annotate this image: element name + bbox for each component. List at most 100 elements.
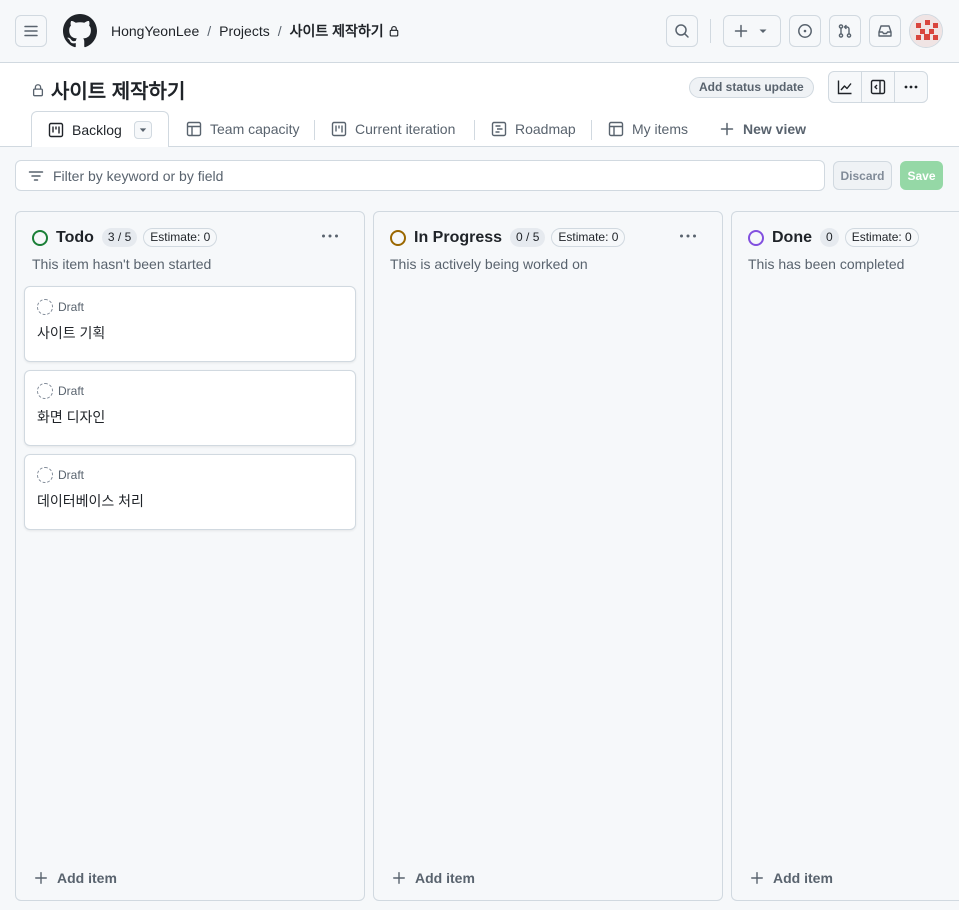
insights-button[interactable] [829, 72, 861, 102]
tab-label: Roadmap [515, 121, 576, 137]
status-circle-icon [748, 229, 764, 246]
view-options-dropdown[interactable] [134, 121, 152, 139]
new-view-button[interactable]: New view [719, 111, 806, 147]
create-new-button[interactable] [723, 15, 781, 47]
plus-icon [720, 122, 734, 136]
breadcrumb-separator: / [277, 23, 282, 39]
add-item-label: Add item [773, 870, 833, 886]
kebab-horizontal-icon [680, 234, 696, 238]
column-estimate: Estimate: 0 [143, 228, 218, 247]
kebab-horizontal-icon [322, 234, 338, 238]
column-title: Todo [56, 228, 94, 246]
side-panel-button[interactable] [861, 72, 894, 102]
hamburger-menu-button[interactable] [15, 15, 47, 47]
card-title[interactable]: 사이트 기획 [37, 323, 105, 343]
inbox-button[interactable] [869, 15, 901, 47]
board-column-done: Done 0 Estimate: 0 This has been complet… [731, 211, 959, 901]
search-icon [675, 24, 689, 38]
add-item-button[interactable]: Add item [750, 870, 833, 886]
pull-requests-button[interactable] [829, 15, 861, 47]
card-meta: Draft [37, 467, 84, 483]
card-title[interactable]: 화면 디자인 [37, 407, 105, 427]
table-icon [186, 121, 202, 137]
page-title[interactable]: 사이트 제작하기 [51, 75, 185, 104]
triangle-down-icon [139, 128, 147, 132]
column-menu-button[interactable] [318, 226, 342, 246]
tab-current-iteration[interactable]: Current iteration [331, 111, 455, 147]
breadcrumb-separator: / [207, 23, 212, 39]
sidebar-expand-icon [870, 79, 886, 95]
project-more-button[interactable] [894, 72, 927, 102]
project-board-icon [48, 122, 64, 138]
header-divider [710, 19, 711, 43]
project-roadmap-icon [491, 121, 507, 137]
column-item-count: 3 / 5 [101, 228, 138, 247]
tab-divider [314, 120, 315, 140]
column-title: Done [772, 228, 812, 246]
status-circle-icon [32, 229, 48, 246]
filter-placeholder: Filter by keyword or by field [53, 167, 224, 184]
draft-issue-icon [37, 383, 53, 399]
card-title[interactable]: 데이터베이스 처리 [37, 491, 144, 511]
column-item-count: 0 / 5 [510, 228, 546, 247]
breadcrumb-owner-link[interactable]: HongYeonLee [111, 23, 199, 39]
column-estimate: Estimate: 0 [551, 228, 626, 247]
tab-label: Backlog [72, 122, 122, 138]
kebab-horizontal-icon [904, 85, 918, 89]
triangle-down-icon [759, 29, 767, 33]
column-menu-button[interactable] [676, 226, 700, 246]
tab-divider [591, 120, 592, 140]
hamburger-icon [24, 25, 38, 37]
column-title: In Progress [414, 228, 503, 246]
board-card[interactable]: Draft 사이트 기획 [24, 286, 356, 362]
user-avatar[interactable] [909, 14, 943, 48]
filter-icon [28, 170, 44, 181]
views-tab-bar: Backlog Team capacity Current iteration … [0, 111, 959, 148]
column-header: Done 0 Estimate: 0 [748, 228, 925, 247]
column-header: Todo 3 / 5 Estimate: 0 [32, 228, 223, 247]
github-logo-icon[interactable] [63, 14, 97, 48]
graph-icon [837, 80, 852, 95]
search-button[interactable] [666, 15, 698, 47]
git-pull-request-icon [838, 24, 852, 38]
board-card[interactable]: Draft 데이터베이스 처리 [24, 454, 356, 530]
card-meta: Draft [37, 299, 84, 315]
project-title-area: 사이트 제작하기 [31, 75, 185, 104]
draft-issue-icon [37, 299, 53, 315]
board-card[interactable]: Draft 화면 디자인 [24, 370, 356, 446]
add-item-label: Add item [57, 870, 117, 886]
save-button[interactable]: Save [900, 161, 943, 190]
breadcrumb-projects-link[interactable]: Projects [219, 23, 270, 39]
tab-roadmap[interactable]: Roadmap [491, 111, 576, 147]
tab-my-items[interactable]: My items [608, 111, 688, 147]
column-description: This has been completed [748, 256, 905, 272]
project-board-icon [331, 121, 347, 137]
inbox-icon [878, 25, 892, 37]
issue-opened-icon [798, 24, 812, 38]
column-item-count: 0 [820, 228, 839, 247]
add-item-button[interactable]: Add item [392, 870, 475, 886]
breadcrumb: HongYeonLee / Projects / 사이트 제작하기 [111, 21, 400, 41]
column-description: This is actively being worked on [390, 256, 588, 272]
tab-backlog[interactable]: Backlog [31, 111, 169, 148]
tab-team-capacity[interactable]: Team capacity [186, 111, 299, 147]
plus-icon [751, 872, 763, 884]
add-item-button[interactable]: Add item [34, 870, 117, 886]
global-header: HongYeonLee / Projects / 사이트 제작하기 [0, 0, 959, 63]
filter-input[interactable]: Filter by keyword or by field [15, 160, 825, 191]
project-actions-group [828, 71, 928, 103]
lock-icon [32, 83, 44, 96]
breadcrumb-project-link[interactable]: 사이트 제작하기 [290, 21, 384, 41]
column-header: In Progress 0 / 5 Estimate: 0 [390, 228, 631, 247]
plus-icon [35, 872, 47, 884]
plus-icon [393, 872, 405, 884]
tab-label: My items [632, 121, 688, 137]
discard-button[interactable]: Discard [833, 161, 892, 190]
column-description: This item hasn't been started [32, 256, 212, 272]
tab-label: Current iteration [355, 121, 456, 137]
issues-button[interactable] [789, 15, 821, 47]
card-type: Draft [58, 384, 85, 398]
tab-divider [474, 120, 475, 140]
lock-icon [388, 25, 400, 37]
add-status-update-button[interactable]: Add status update [689, 77, 814, 98]
